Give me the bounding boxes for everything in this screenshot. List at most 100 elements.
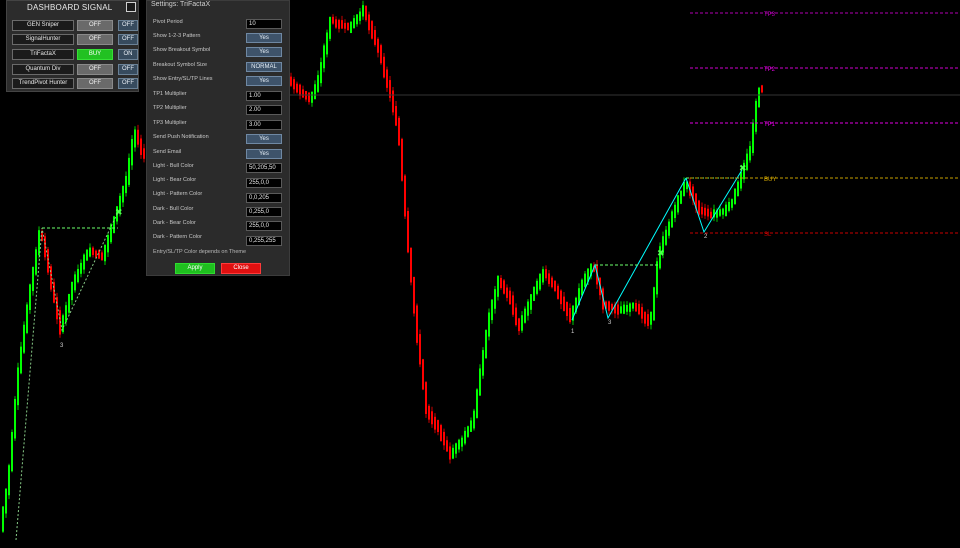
signal-state: OFF: [77, 20, 113, 31]
setting-label: Show Breakout Symbol: [153, 47, 211, 53]
dark-pattern-color-input[interactable]: 0,255,255: [246, 236, 282, 246]
candle-body: [620, 306, 622, 314]
tp3-multiplier-input[interactable]: 3.00: [246, 120, 282, 130]
pattern-point-label: 1: [571, 329, 575, 335]
close-button[interactable]: Close: [221, 263, 261, 274]
candle-body: [563, 296, 565, 311]
indicator-name[interactable]: Quantum Div: [12, 64, 74, 75]
dark-bull-color-input[interactable]: 0,255,0: [246, 207, 282, 217]
dashboard-row-trifactax: TriFactaX BUY ON: [10, 49, 138, 60]
dashboard-row-quantum-div: Quantum Div OFF OFF: [10, 64, 138, 75]
candle-body: [50, 266, 52, 290]
candle-body: [344, 22, 346, 29]
candle-body: [683, 182, 685, 196]
candle-body: [134, 129, 136, 148]
breakout-size-button[interactable]: NORMAL: [246, 62, 282, 72]
candle-body: [8, 465, 10, 496]
candle-body: [668, 221, 670, 236]
candle-body: [80, 262, 82, 274]
dashboard-row-signalhunter: SignalHunter OFF OFF: [10, 34, 138, 45]
candle-body: [755, 100, 757, 132]
indicator-name[interactable]: TrendPivot Hunter: [12, 78, 74, 89]
signal-state: OFF: [77, 34, 113, 45]
indicator-name[interactable]: SignalHunter: [12, 34, 74, 45]
candle-body: [29, 284, 31, 310]
pattern-layer: ✖ ✖ ✖: [15, 164, 747, 541]
candle-body: [749, 146, 751, 161]
tp1-multiplier-input[interactable]: 1.00: [246, 91, 282, 101]
dashboard-row-trendpivot-hunter: TrendPivot Hunter OFF OFF: [10, 78, 138, 89]
candle-body: [512, 295, 514, 315]
candle-body: [293, 79, 295, 90]
push-notification-toggle[interactable]: Yes: [246, 134, 282, 144]
candle-body: [473, 410, 475, 429]
light-pattern-color-input[interactable]: 0,0,205: [246, 193, 282, 203]
indicator-name[interactable]: TriFactaX: [12, 49, 74, 60]
candle-body: [653, 287, 655, 321]
price-chart[interactable]: ✖ ✖ ✖ TP3 TP2 TP1 BUY SL 3 1 3 2: [0, 0, 960, 548]
candle-body: [335, 19, 337, 28]
candle-body: [446, 440, 448, 452]
candle-body: [626, 304, 628, 312]
candle-body: [53, 282, 55, 303]
candle-body: [584, 273, 586, 287]
pivot-period-input[interactable]: 10: [246, 19, 282, 29]
candle-body: [131, 139, 133, 166]
pattern-line: [15, 211, 119, 541]
candle-body: [404, 175, 406, 217]
show-pattern-toggle[interactable]: Yes: [246, 33, 282, 43]
indicator-toggle[interactable]: ON: [118, 49, 138, 60]
candle-body: [485, 330, 487, 359]
candle-body: [641, 307, 643, 319]
tp1-label: TP1: [764, 122, 776, 128]
settings-title: Settings: TriFactaX: [151, 1, 211, 8]
indicator-toggle[interactable]: OFF: [118, 20, 138, 31]
candle-body: [761, 85, 763, 93]
dashboard-row-gen-sniper: GEN Sniper OFF OFF: [10, 20, 138, 31]
candle-body: [623, 304, 625, 314]
dashboard-minimize-button[interactable]: [126, 2, 136, 12]
candle-body: [737, 181, 739, 197]
send-email-toggle[interactable]: Yes: [246, 149, 282, 159]
candle-body: [323, 45, 325, 69]
candle-body: [419, 334, 421, 365]
indicator-toggle[interactable]: OFF: [118, 34, 138, 45]
candle-body: [533, 286, 535, 301]
signal-state: OFF: [77, 78, 113, 89]
show-lines-toggle[interactable]: Yes: [246, 76, 282, 86]
light-bear-color-input[interactable]: 255,0,0: [246, 178, 282, 188]
candle-body: [482, 350, 484, 376]
candle-body: [395, 105, 397, 126]
candle-body: [332, 16, 334, 24]
setting-label: Send Email: [153, 149, 182, 155]
candle-body: [89, 247, 91, 257]
candle-body: [707, 208, 709, 217]
candle-body: [518, 318, 520, 332]
candle-body: [449, 446, 451, 460]
candle-body: [311, 91, 313, 103]
candle-body: [425, 382, 427, 414]
setting-label: Light - Bear Color: [153, 177, 197, 183]
candle-body: [488, 312, 490, 337]
indicator-toggle[interactable]: OFF: [118, 64, 138, 75]
setting-label: TP2 Multiplier: [153, 105, 187, 111]
light-bull-color-input[interactable]: 50,205,50: [246, 163, 282, 173]
indicator-toggle[interactable]: OFF: [118, 78, 138, 89]
candle-body: [470, 420, 472, 432]
candle-body: [458, 439, 460, 450]
candle-body: [317, 75, 319, 92]
setting-label: Light - Pattern Color: [153, 191, 203, 197]
candle-body: [650, 311, 652, 325]
level-lines: [290, 12, 960, 234]
candle-body: [92, 247, 94, 256]
candle-body: [74, 274, 76, 291]
indicator-name[interactable]: GEN Sniper: [12, 20, 74, 31]
buy-label: BUY: [764, 177, 776, 183]
tp2-label: TP2: [764, 67, 776, 73]
candle-body: [320, 62, 322, 84]
show-breakout-toggle[interactable]: Yes: [246, 47, 282, 57]
tp2-multiplier-input[interactable]: 2.00: [246, 105, 282, 115]
apply-button[interactable]: Apply: [175, 263, 215, 274]
dark-bear-color-input[interactable]: 255,0,0: [246, 221, 282, 231]
candle-body: [554, 280, 556, 292]
